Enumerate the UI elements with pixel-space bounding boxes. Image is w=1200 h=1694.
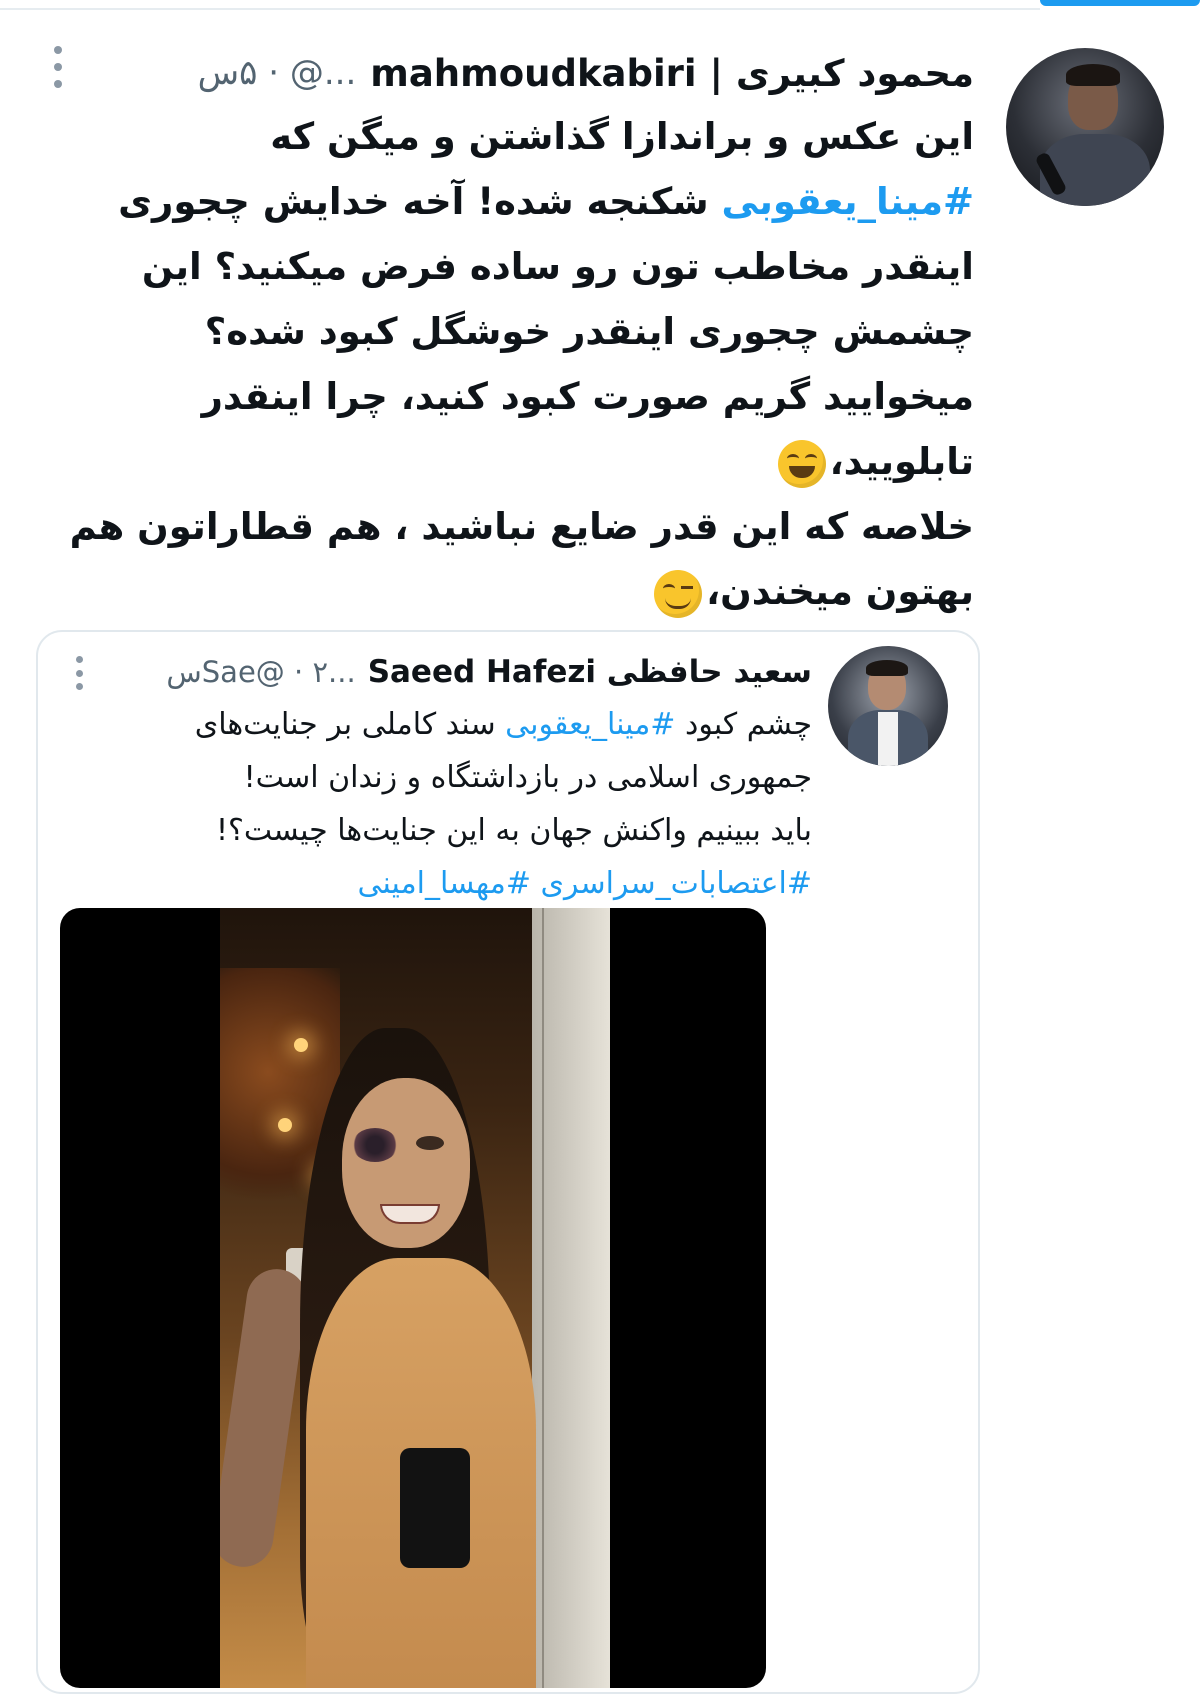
tweet-line-text: بهتون میخندن، bbox=[706, 570, 974, 613]
avatar[interactable] bbox=[1006, 48, 1164, 206]
quoted-tweet-card[interactable]: سعید حافظی Saeed Hafezi ...Sae@ · ۲س چشم… bbox=[36, 630, 980, 1694]
hashtag-link[interactable]: #مینا_یعقوبی bbox=[722, 180, 974, 223]
tweet-line-text: شکنجه شده! آخه خدایش چجوری bbox=[118, 180, 722, 223]
tweet-line: خلاصه که این قدر ضایع نباشید ، هم قطارات… bbox=[54, 494, 974, 559]
tweet-line: اینقدر مخاطب تون رو ساده فرض میکنید؟ این bbox=[54, 234, 974, 299]
quoted-line-text: سند کاملی بر جنایت‌های bbox=[194, 707, 506, 742]
quoted-line-text: چشم کبود bbox=[675, 707, 812, 742]
winking-face-icon bbox=[654, 569, 703, 618]
quoted-author-handle-time[interactable]: ...Sae@ · ۲س bbox=[166, 655, 355, 689]
tweet-line: این عکس و براندازا گذاشتن و میگن که bbox=[54, 104, 974, 169]
grinning-squinting-face-icon bbox=[777, 439, 826, 488]
quoted-tweet-text: چشم کبود #مینا_یعقوبی سند کاملی بر جنایت… bbox=[72, 698, 812, 910]
more-icon[interactable] bbox=[52, 46, 64, 88]
more-icon[interactable] bbox=[74, 656, 84, 690]
quoted-line: چشم کبود #مینا_یعقوبی سند کاملی بر جنایت… bbox=[72, 698, 812, 751]
tweet-video[interactable] bbox=[60, 908, 766, 1688]
top-divider bbox=[0, 8, 1040, 10]
quoted-line-text: باید ببینیم واکنش جهان به این جنایت‌ها چ… bbox=[215, 813, 812, 848]
tweet-line-text: این عکس و براندازا گذاشتن و میگن که bbox=[270, 115, 974, 158]
tweet-line-text: خلاصه که این قدر ضایع نباشید ، هم قطارات… bbox=[69, 505, 974, 548]
tweet-line-text: میخوایید گریم صورت کبود کنید، چرا اینقدر bbox=[201, 375, 974, 418]
avatar[interactable] bbox=[828, 646, 948, 766]
quoted-line: #اعتصابات_سراسری #مهسا_امینی bbox=[72, 857, 813, 910]
quoted-line-text: جمهوری اسلامی در بازداشتگاه و زندان است! bbox=[243, 760, 812, 795]
quoted-author-name[interactable]: سعید حافظی Saeed Hafezi bbox=[368, 654, 812, 690]
author-handle-time[interactable]: ...@ · ۵س bbox=[198, 53, 357, 93]
tweet-line: بهتون میخندن، bbox=[54, 559, 974, 624]
tweet-line-text: تابلویید، bbox=[829, 440, 974, 483]
tweet-text: این عکس و براندازا گذاشتن و میگن که #مین… bbox=[54, 104, 974, 624]
tweet-line-text: چشمش چجوری اینقدر خوشگل کبود شده؟ bbox=[204, 310, 974, 353]
tweet-line-text: اینقدر مخاطب تون رو ساده فرض میکنید؟ این bbox=[141, 245, 974, 288]
video-frame bbox=[220, 908, 610, 1688]
tweet-line: #مینا_یعقوبی شکنجه شده! آخه خدایش چجوری bbox=[54, 169, 974, 234]
hashtag-link[interactable]: #اعتصابات_سراسری #مهسا_امینی bbox=[358, 866, 813, 901]
tweet-line: میخوایید گریم صورت کبود کنید، چرا اینقدر bbox=[54, 364, 974, 429]
tweet-header: محمود کبیری | mahmoudkabiri ...@ · ۵س bbox=[198, 50, 974, 96]
quoted-line: جمهوری اسلامی در بازداشتگاه و زندان است! bbox=[72, 751, 812, 804]
hashtag-link[interactable]: #مینا_یعقوبی bbox=[505, 707, 675, 742]
tweet-line: چشمش چجوری اینقدر خوشگل کبود شده؟ bbox=[54, 299, 974, 364]
author-name[interactable]: محمود کبیری | mahmoudkabiri bbox=[370, 52, 974, 95]
tweet-line: تابلویید، bbox=[54, 429, 974, 494]
quoted-line: باید ببینیم واکنش جهان به این جنایت‌ها چ… bbox=[72, 804, 812, 857]
top-accent-bar bbox=[1040, 0, 1200, 6]
quoted-tweet-header: سعید حافظی Saeed Hafezi ...Sae@ · ۲س bbox=[166, 652, 812, 692]
